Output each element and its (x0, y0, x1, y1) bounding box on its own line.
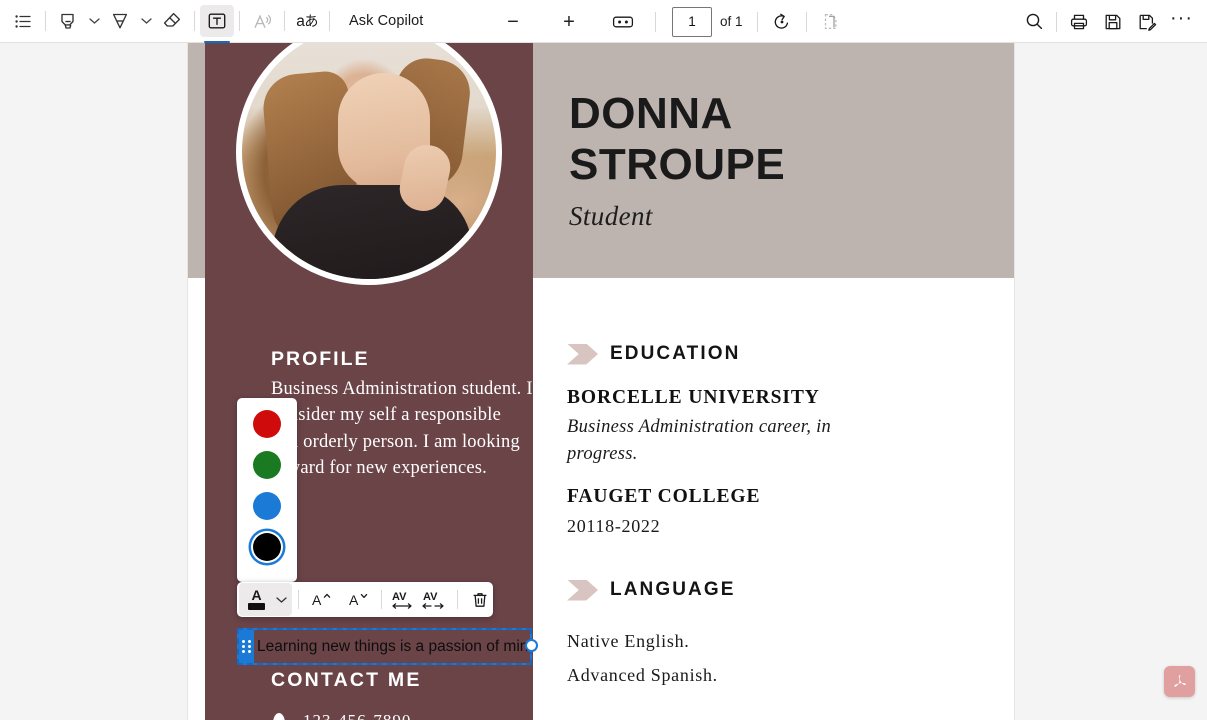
toolbar-divider (194, 11, 195, 31)
contact-title: CONTACT ME (271, 669, 422, 691)
font-color-button[interactable]: A (239, 583, 292, 616)
add-text-icon[interactable] (200, 5, 234, 43)
language-line-2: Advanced Spanish. (567, 665, 718, 686)
format-divider (456, 590, 458, 609)
page-number-input[interactable]: 1 (672, 6, 712, 37)
color-swatch-green[interactable] (253, 451, 281, 479)
pen-dropdown-icon[interactable] (137, 5, 155, 37)
save-icon[interactable] (1096, 6, 1130, 38)
letter-a-glyph: A (248, 588, 265, 610)
education-desc-1: Business Administration career, in progr… (567, 417, 832, 465)
font-color-dropdown[interactable] (272, 583, 290, 616)
education-org-2: FAUGET COLLEGE (567, 486, 761, 508)
decrease-font-size-icon[interactable]: A (346, 583, 373, 616)
svg-text:A: A (349, 592, 359, 608)
chevron-right-icon (567, 343, 598, 365)
pen-icon[interactable] (103, 5, 137, 37)
highlighter-icon[interactable] (51, 5, 85, 37)
resize-handle[interactable] (525, 639, 538, 652)
toolbar-center-group: − + 1 of 1 (497, 0, 847, 43)
section-title: EDUCATION (610, 343, 741, 364)
svg-text:A: A (312, 592, 322, 608)
grip-dots-icon (242, 640, 251, 653)
color-picker-flyout[interactable] (237, 398, 297, 582)
contact-phone: 123-456-7890 (303, 711, 411, 720)
name-line-1: DONNA (569, 89, 733, 138)
zoom-in-glyph: + (563, 10, 575, 33)
profile-body[interactable]: Business Administration student. I consi… (271, 376, 533, 481)
viewport-left-margin (0, 43, 188, 720)
svg-text:AV: AV (423, 591, 438, 603)
color-swatch-red[interactable] (253, 410, 281, 438)
zoom-in-button[interactable]: + (553, 6, 585, 38)
job-role: Student (569, 201, 653, 231)
format-divider (381, 590, 382, 609)
delete-button[interactable] (466, 583, 493, 616)
resume-content: DONNA STROUPE Student EDUCATION BORCELLE… (205, 43, 1014, 720)
save-as-icon[interactable] (1130, 6, 1164, 38)
color-swatch-blue[interactable] (253, 492, 281, 520)
selected-text-box[interactable]: Learning new things is a passion of mine (237, 628, 538, 665)
highlighter-dropdown-icon[interactable] (85, 5, 103, 37)
zoom-out-button[interactable]: − (497, 6, 529, 38)
chevron-right-icon (567, 579, 598, 601)
page-total-label: of 1 (720, 14, 743, 29)
toolbar-divider (239, 11, 240, 31)
section-language: LANGUAGE Native English. Advanced Spanis… (567, 579, 736, 689)
location-pin-icon (273, 712, 285, 720)
toolbar-divider (1056, 11, 1058, 32)
zoom-out-glyph: − (507, 10, 519, 33)
toolbar-divider (329, 11, 330, 31)
read-aloud-icon[interactable] (245, 5, 279, 37)
toolbar-divider (756, 11, 758, 32)
toolbar-right-group: ··· (1017, 0, 1199, 43)
page-view-icon[interactable] (815, 6, 847, 38)
svg-text:AV: AV (392, 591, 407, 603)
drag-handle[interactable] (239, 630, 254, 663)
print-icon[interactable] (1062, 6, 1096, 38)
toolbar-divider (284, 11, 285, 31)
pdf-toolbar: aあ Ask Copilot − + 1 of 1 ··· (0, 0, 1207, 43)
toolbar-divider (655, 11, 656, 32)
translate-icon[interactable]: aあ (290, 5, 324, 37)
viewport-right-margin (1014, 43, 1207, 720)
page-left-edge-strip (188, 43, 205, 278)
page-title: DONNA STROUPE (569, 88, 785, 190)
section-header: LANGUAGE (567, 579, 736, 601)
rotate-icon[interactable] (766, 6, 798, 38)
toolbar-left-group: aあ Ask Copilot (0, 5, 433, 43)
eraser-icon[interactable] (155, 5, 189, 37)
fit-to-page-icon[interactable] (607, 6, 639, 38)
document-viewport[interactable]: DONNA STROUPE Student EDUCATION BORCELLE… (0, 43, 1207, 720)
education-org-1: BORCELLE UNIVERSITY (567, 387, 820, 408)
education-desc-2: 20118-2022 (567, 516, 661, 537)
contact-phone-row: 123-456-7890 (273, 711, 411, 720)
text-box-input[interactable]: Learning new things is a passion of mine (257, 628, 537, 665)
text-format-toolbar: A A A AV AV (237, 582, 493, 617)
language-line-1: Native English. (567, 631, 690, 651)
pdf-icon[interactable] (1164, 666, 1195, 697)
section-title: LANGUAGE (610, 579, 736, 600)
ask-copilot-button[interactable]: Ask Copilot (335, 13, 433, 29)
toolbar-divider (45, 11, 46, 31)
text-notes-icon[interactable] (6, 5, 40, 37)
format-divider (298, 590, 299, 609)
search-icon[interactable] (1017, 6, 1051, 38)
font-color-icon: A (241, 583, 272, 616)
section-header: EDUCATION (567, 343, 887, 365)
more-options-button[interactable]: ··· (1164, 7, 1199, 36)
toolbar-divider (805, 11, 807, 32)
color-swatch-black[interactable] (253, 533, 281, 561)
name-line-2: STROUPE (569, 140, 786, 190)
profile-title: PROFILE (271, 348, 370, 370)
increase-font-size-icon[interactable]: A (310, 583, 337, 616)
avatar (236, 43, 502, 285)
app-root: aあ Ask Copilot − + 1 of 1 ··· DONNA STRO… (0, 0, 1207, 720)
decrease-letter-spacing-icon[interactable]: AV (420, 583, 451, 616)
section-education: EDUCATION BORCELLE UNIVERSITY Business A… (567, 343, 887, 540)
increase-letter-spacing-icon[interactable]: AV (389, 583, 420, 616)
